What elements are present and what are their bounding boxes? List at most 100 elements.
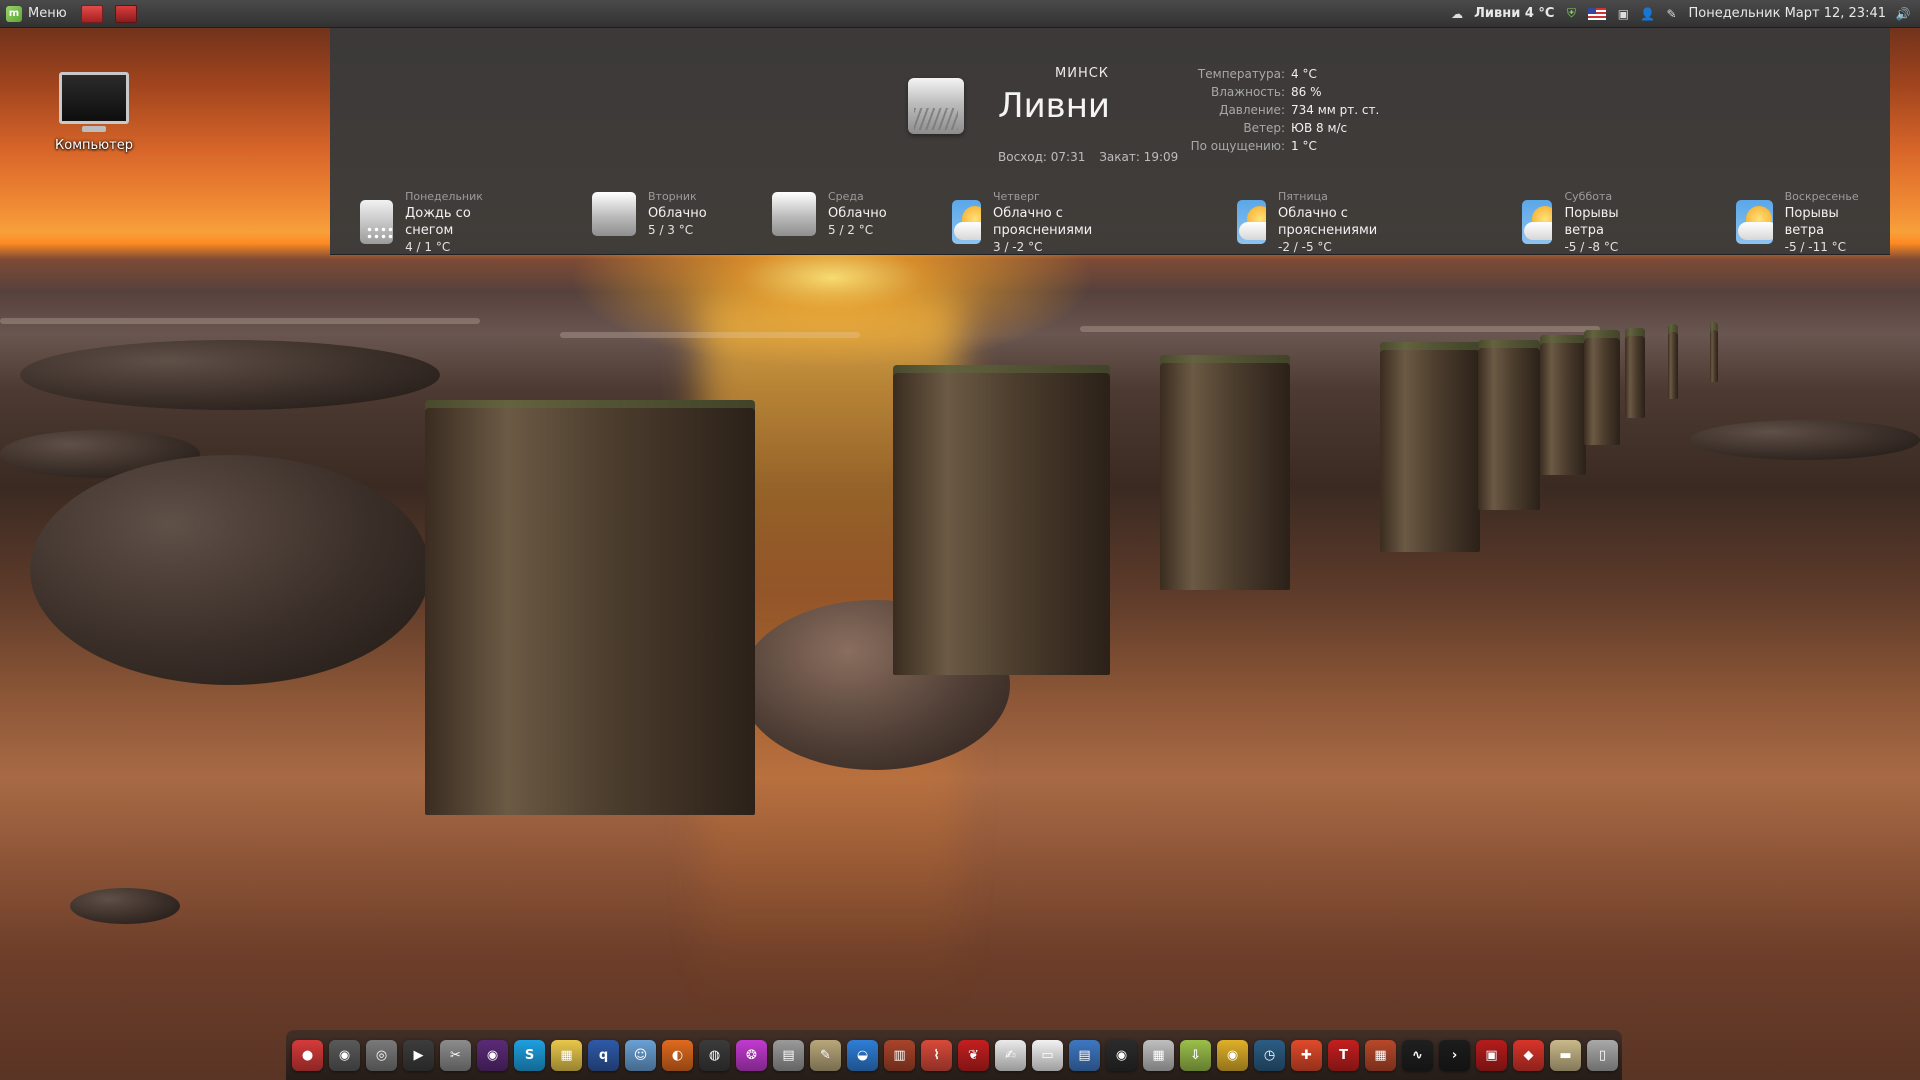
terminal-icon[interactable]: › — [1439, 1039, 1470, 1071]
downloader-icon[interactable]: ⇩ — [1180, 1039, 1211, 1071]
detail-label: Ветер: — [1243, 121, 1285, 135]
wooden-post — [1540, 335, 1586, 475]
weather-condition: Ливни — [998, 86, 1111, 126]
book-icon[interactable]: ▥ — [884, 1039, 915, 1071]
clock-icon[interactable]: ◷ — [1254, 1039, 1285, 1071]
trash-icon[interactable]: ▯ — [1587, 1039, 1618, 1071]
detail-row: Давление: 734 мм рт. ст. — [1160, 101, 1379, 119]
clapper-icon[interactable]: ✂ — [440, 1039, 471, 1071]
activity-monitor-icon[interactable]: ∿ — [1402, 1039, 1433, 1071]
main-menu-button[interactable]: m Меню — [0, 0, 75, 27]
weather-applet[interactable]: Ливни 4 °C — [1474, 6, 1554, 21]
forecast-day: Четверг Облачно с прояснениями 3 / -2 °C — [952, 188, 1107, 256]
detail-value: 734 мм рт. ст. — [1291, 103, 1380, 117]
weather-details: Температура: 4 °C Влажность: 86 % Давление… — [1160, 65, 1380, 155]
forecast-condition: Облачно — [648, 206, 707, 221]
forecast-day: Суббота Порывы ветра -5 / -8 °C — [1522, 188, 1632, 256]
sticky-notes-icon[interactable]: ▦ — [551, 1039, 582, 1071]
system-monitor-icon[interactable]: ⌇ — [921, 1039, 952, 1071]
launcher-presentation-icon[interactable] — [80, 4, 103, 23]
forecast-condition: Облачно с прояснениями — [1278, 206, 1378, 238]
rock — [1690, 420, 1920, 460]
qbittorrent-icon[interactable]: q — [588, 1039, 619, 1071]
video-player-icon[interactable]: ▶ — [403, 1039, 434, 1071]
clipboard-icon[interactable]: ✚ — [1291, 1039, 1322, 1071]
firefox-icon[interactable]: ◐ — [662, 1039, 693, 1071]
sunrise: Восход: 07:31 — [998, 150, 1086, 164]
forecast-condition: Облачно с прояснениями — [993, 206, 1093, 238]
detail-row: Влажность: 86 % — [1160, 83, 1379, 101]
partly-cloudy-icon — [952, 200, 981, 244]
skype-icon[interactable]: S — [514, 1039, 545, 1071]
dock: ● ◉ ◎ ▶ ✂ ◉ S ▦ q ☺ ◐ ◍ ❂ ▤ ✎ ◒ ▥ ⌇ ❦ ✍ ▭ ▤ ◉ ▦ ⇩ ◉ ◷ ✚ T ▦ ∿ › ▣ ◆ ▬ ▯ — [286, 1030, 1622, 1080]
forecast-day: Вторник Облачно 5 / 3 °C — [592, 188, 707, 239]
linux-mint-icon: m — [6, 5, 22, 22]
forecast-temp: 3 / -2 °C — [993, 240, 1043, 254]
weather-desklet: МИНСК Ливни Восход: 07:31 Закат: 19:09 Т… — [330, 28, 1890, 255]
forecast-day-name: Пятница — [1278, 190, 1328, 203]
wooden-post — [893, 365, 1110, 675]
forecast-temp: 4 / 1 °C — [405, 240, 451, 254]
wooden-post — [1160, 355, 1290, 590]
detail-row: По ощущению: 1 °C — [1160, 137, 1379, 155]
writer-icon[interactable]: ▤ — [1069, 1039, 1100, 1071]
computer-label: Компьютер — [55, 138, 133, 153]
weather-tray-icon[interactable]: ☁ — [1450, 7, 1464, 21]
top-panel: m Меню ☁ Ливни 4 °C ⛨ ▣ 👤 ✎ Понедельник … — [0, 0, 1920, 28]
globe-icon[interactable]: ◍ — [699, 1039, 730, 1071]
forecast-day-name: Суббота — [1564, 190, 1613, 203]
webcam-icon[interactable]: ◎ — [366, 1039, 397, 1071]
keyboard-layout-flag-icon[interactable] — [1588, 7, 1607, 20]
calculator-icon[interactable]: ▦ — [1143, 1039, 1174, 1071]
chrome-icon[interactable]: ◉ — [1217, 1039, 1248, 1071]
ruby-icon[interactable]: ◆ — [1513, 1039, 1544, 1071]
finder-icon[interactable]: ☺ — [625, 1039, 656, 1071]
volume-icon[interactable]: 🔊 — [1896, 7, 1911, 21]
music-player-icon[interactable]: ◉ — [477, 1039, 508, 1071]
cherry-icon[interactable]: ❦ — [958, 1039, 989, 1071]
desktop-computer-shortcut[interactable]: Компьютер — [42, 72, 146, 153]
camera-icon[interactable]: ◉ — [329, 1039, 360, 1071]
detail-value: 86 % — [1291, 85, 1322, 99]
cloud-icon — [772, 191, 816, 236]
forecast-temp: 5 / 2 °C — [828, 223, 874, 237]
document-viewer-icon[interactable]: ✎ — [810, 1039, 841, 1071]
launcher-folder-icon[interactable] — [114, 4, 137, 23]
forecast-temp: -5 / -11 °C — [1784, 240, 1847, 254]
forecast-day-name: Понедельник — [405, 190, 483, 203]
system-tray: ☁ Ливни 4 °C ⛨ ▣ 👤 ✎ Понедельник Март 12… — [1450, 6, 1920, 21]
forecast-condition: Облачно — [828, 206, 887, 221]
image-viewer-icon[interactable]: ▤ — [773, 1039, 804, 1071]
folder-icon[interactable]: ▬ — [1550, 1039, 1581, 1071]
detail-label: По ощущению: — [1190, 139, 1285, 153]
dvd-icon[interactable]: ◉ — [1106, 1039, 1137, 1071]
presentation-icon[interactable]: ▣ — [1476, 1039, 1507, 1071]
sun-reflection — [700, 300, 960, 1000]
wooden-post — [1380, 342, 1480, 552]
forecast-day-name: Вторник — [648, 190, 697, 203]
shield-icon[interactable]: ⛨ — [1564, 6, 1578, 21]
forecast-day-name: Четверг — [993, 190, 1040, 203]
color-wheel-icon[interactable]: ❂ — [736, 1039, 767, 1071]
datetime-applet[interactable]: Понедельник Март 12, 23:41 — [1688, 6, 1886, 21]
file-icon[interactable]: ▭ — [1032, 1039, 1063, 1071]
text-editor-icon[interactable]: ✍ — [995, 1039, 1026, 1071]
forecast-day: Среда Облачно 5 / 2 °C — [772, 188, 887, 239]
detail-row: Ветер: ЮВ 8 м/с — [1160, 119, 1379, 137]
typography-icon[interactable]: T — [1328, 1039, 1359, 1071]
recorder-icon[interactable]: ● — [292, 1039, 323, 1071]
firewall-icon[interactable]: ▦ — [1365, 1039, 1396, 1071]
forecast-temp: 5 / 3 °C — [648, 223, 694, 237]
network-icon[interactable]: ▣ — [1616, 7, 1630, 21]
pen-icon[interactable]: ✎ — [1664, 7, 1678, 21]
rock — [70, 888, 180, 924]
rock — [30, 455, 430, 685]
rock — [0, 430, 200, 478]
partly-cloudy-icon — [1237, 200, 1266, 244]
detail-row: Температура: 4 °C — [1160, 65, 1379, 83]
wooden-post — [425, 400, 755, 815]
network-icon[interactable]: ◒ — [847, 1039, 878, 1071]
wave — [0, 318, 480, 324]
user-icon[interactable]: 👤 — [1640, 7, 1655, 21]
forecast-day-name: Воскресенье — [1784, 190, 1859, 203]
